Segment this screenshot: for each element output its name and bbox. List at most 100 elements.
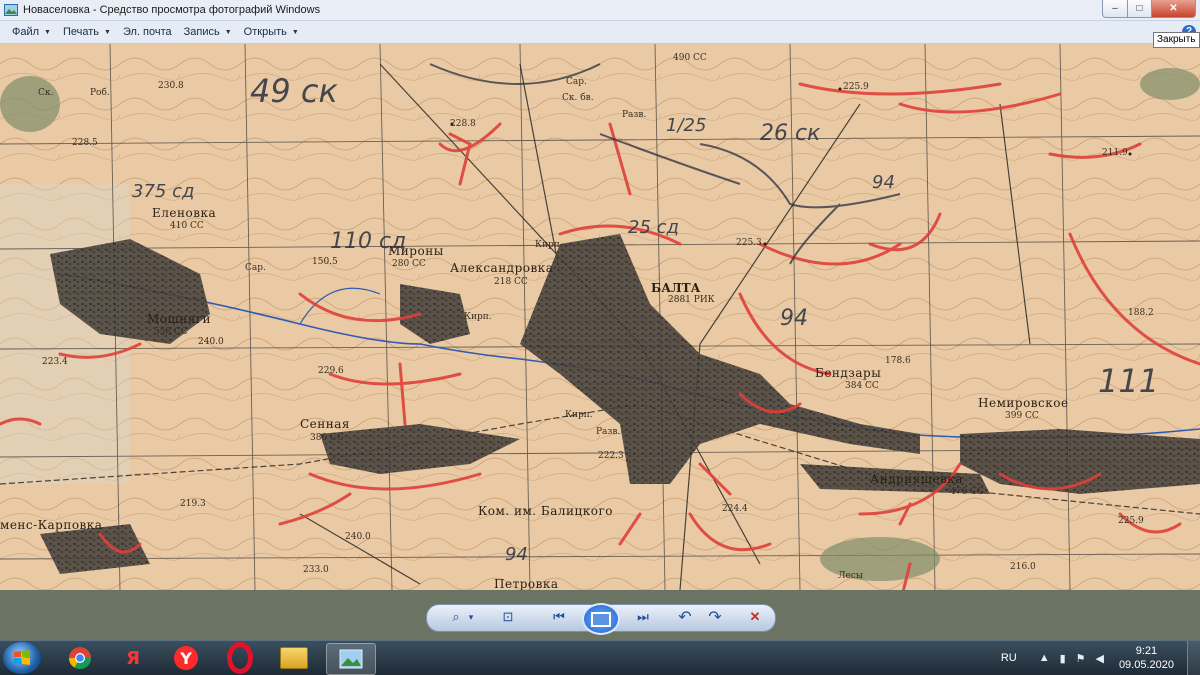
menu-email[interactable]: Эл. почта (123, 26, 172, 38)
elevation-label: 224.4 (722, 504, 748, 514)
language-indicator[interactable]: RU (1001, 652, 1017, 664)
annotation-fraction: 1/25 (666, 115, 707, 136)
show-desktop-button[interactable] (1187, 641, 1200, 675)
map-town-nemirovskoe-sub: 399 СС (1005, 411, 1039, 421)
annotation-375-cd: 375 сд (132, 181, 195, 202)
map-town-sennaya: Сенная (300, 417, 351, 431)
zoom-icon[interactable]: ⌕ (446, 609, 466, 625)
close-button[interactable]: ✕ (1152, 0, 1196, 18)
chevron-down-icon: ▼ (44, 28, 51, 36)
tray-expand-icon[interactable]: ▲ (1039, 652, 1050, 664)
map-town-kom-balitskogo: Ком. им. Балицкого (478, 504, 613, 518)
photo-viewer-app-icon (4, 4, 18, 16)
annotation-94: 94 (780, 306, 808, 331)
elevation-label: 216.0 (1010, 562, 1036, 572)
annotation-25-cd: 25 сд (628, 217, 679, 238)
map-note: Разв. (622, 110, 647, 120)
map-town-andriyashevka: Андрияшевка (870, 472, 963, 486)
map-note: Сар. (566, 77, 587, 87)
photo-canvas[interactable]: БАЛТА 2881 РИК Александровка 218 СС Елен… (0, 44, 1200, 590)
annotation-49-ck: 49 ск (250, 72, 338, 110)
annotation-26-ck: 26 ск (760, 121, 821, 146)
map-town-andriyashevka-sub: 470 СС (950, 487, 984, 497)
elevation-label: 230.8 (158, 81, 184, 91)
delete-icon[interactable]: ✕ (745, 609, 765, 625)
chrome-logo-icon (69, 647, 91, 669)
map-note: Разв. (596, 427, 621, 437)
slideshow-button[interactable] (582, 603, 620, 635)
rotate-ccw-icon[interactable]: ↶ (675, 609, 695, 626)
volume-icon[interactable]: ◀ (1096, 652, 1104, 665)
next-icon[interactable]: ⏭ (633, 609, 653, 625)
slideshow-icon (591, 611, 611, 627)
yandex-icon[interactable]: Y (164, 643, 208, 673)
map-town-sennaya-sub: 380 СС (310, 433, 344, 443)
chevron-down-icon: ▼ (104, 28, 111, 36)
viewer-controls: ⌕ ▾ ⊡ ⏮ ⏭ ↶ ↷ ✕ (0, 590, 1200, 640)
previous-icon[interactable]: ⏮ (549, 609, 569, 625)
menu-print[interactable]: Печать ▼ (63, 26, 111, 38)
elevation-label: 240.0 (198, 337, 224, 347)
menu-bar: Файл ▼ Печать ▼ Эл. почта Запись ▼ Откры… (0, 21, 1200, 44)
elevation-label: 211.9 (1102, 148, 1128, 158)
clock[interactable]: 9:21 09.05.2020 (1119, 644, 1174, 672)
folder-icon (280, 647, 308, 669)
window-title: Новаселовка - Средство просмотра фотогра… (23, 4, 321, 16)
map-town-aleksandrovka: Александровка (450, 261, 554, 275)
clock-time: 9:21 (1135, 645, 1158, 657)
elevation-label: 150.5 (312, 257, 338, 267)
elevation-label: 225.9 (1118, 516, 1144, 526)
zoom-caret-icon[interactable]: ▾ (466, 609, 476, 625)
map-town-les: Лесы (838, 571, 864, 581)
photo-viewer-icon (339, 649, 363, 669)
map-town-balta-sub: 2881 РИК (668, 295, 715, 305)
start-button[interactable] (3, 642, 41, 674)
map-town-elenovka-sub: 410 СС (170, 221, 204, 231)
menu-burn[interactable]: Запись ▼ (184, 26, 232, 38)
annotation-94-north: 94 (872, 172, 895, 193)
yandex-browser-icon[interactable]: Я (111, 643, 155, 673)
network-icon[interactable]: ▮ (1060, 652, 1066, 665)
elevation-label: 225.9 (843, 82, 869, 92)
actual-size-icon[interactable]: ⊡ (498, 609, 518, 625)
map-note: Ск. бв. (562, 93, 594, 103)
flag-icon[interactable]: ⚑ (1076, 652, 1086, 665)
rotate-cw-icon[interactable]: ↷ (705, 609, 725, 626)
elevation-label: 223.4 (42, 357, 68, 367)
elevation-label: 219.3 (180, 499, 206, 509)
elevation-label: 240.0 (345, 532, 371, 542)
elevation-label: 229.6 (318, 366, 344, 376)
menu-file-label: Файл (12, 26, 40, 38)
opera-icon[interactable] (218, 642, 262, 674)
map-town-moshnyagi-sub: 558 СС (154, 327, 188, 337)
menu-open-label: Открыть (243, 26, 287, 38)
map-town-bendzary-sub: 384 СС (845, 381, 879, 391)
map-town-moshnyagi: Мошняги (147, 312, 212, 326)
map-note: Кирп. (535, 240, 563, 250)
elevation-label: 222.3 (598, 451, 624, 461)
elevation-label: 178.6 (885, 356, 911, 366)
minimize-button[interactable]: ‒ (1102, 0, 1128, 18)
title-bar: Новаселовка - Средство просмотра фотогра… (0, 0, 1200, 21)
elevation-label: 233.0 (303, 565, 329, 575)
explorer-icon[interactable] (272, 643, 316, 673)
photo-viewer-taskbar-button[interactable] (326, 643, 376, 675)
yandex-label: Y (174, 646, 198, 670)
map-note: Ск. (38, 88, 54, 98)
map-note: Кирп. (565, 410, 593, 420)
menu-open[interactable]: Открыть ▼ (244, 26, 299, 38)
chevron-down-icon: ▼ (224, 28, 232, 36)
map-town-aleksandrovka-sub: 218 СС (494, 277, 528, 287)
elevation-label: 188.2 (1128, 308, 1154, 318)
menu-file[interactable]: Файл ▼ (12, 26, 51, 38)
maximize-button[interactable]: □ (1128, 0, 1152, 18)
elevation-label: 228.8 (450, 119, 476, 129)
chevron-down-icon: ▼ (291, 28, 299, 36)
map-town-bendzary: Бендзары (815, 366, 882, 380)
close-tooltip: Закрыть (1153, 32, 1200, 48)
map-note: Роб. (90, 88, 110, 98)
chrome-icon[interactable] (58, 643, 102, 673)
map-note: Сар. (245, 263, 266, 273)
menu-email-label: Эл. почта (122, 26, 172, 38)
windows-logo-icon (14, 650, 30, 665)
